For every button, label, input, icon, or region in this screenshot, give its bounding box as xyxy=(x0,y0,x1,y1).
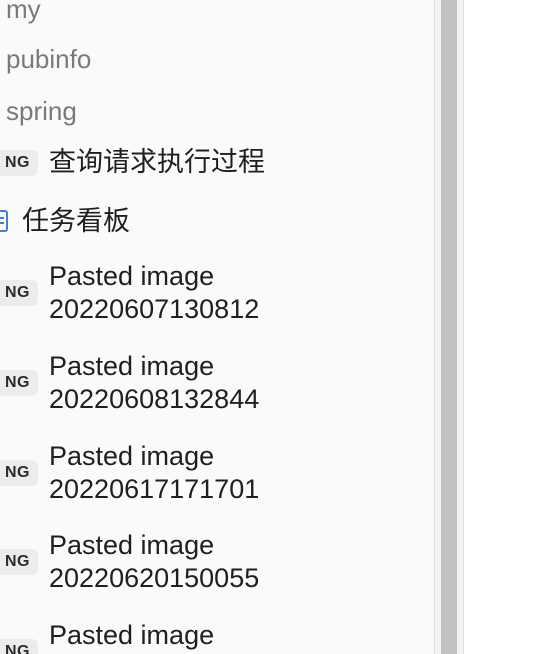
png-file-badge: NG xyxy=(0,460,38,486)
file-name-line1: Pasted image xyxy=(49,530,215,560)
file-name-line1: Pasted image xyxy=(49,351,215,381)
png-file-badge: NG xyxy=(0,280,38,306)
file-name-line2: 20220620150055 xyxy=(49,563,260,593)
file-item-pasted-image-2[interactable]: NG Pasted image 20220608132844 xyxy=(0,350,434,416)
png-file-badge: NG xyxy=(0,549,38,575)
scrollbar-thumb[interactable] xyxy=(441,0,457,654)
folder-my[interactable]: my xyxy=(6,0,41,24)
png-file-badge: NG xyxy=(0,150,38,176)
file-name-line2: 20220608132844 xyxy=(49,384,260,414)
file-item-pasted-image-1[interactable]: NG Pasted image 20220607130812 xyxy=(0,260,434,326)
file-item-pasted-image-3[interactable]: NG Pasted image 20220617171701 xyxy=(0,440,434,506)
pane-divider[interactable] xyxy=(457,0,464,654)
folder-label: pubinfo xyxy=(6,44,92,74)
app-window: my pubinfo spring NG 查询请求执行过程 任务看板 NG Pa… xyxy=(0,0,536,654)
png-file-badge: NG xyxy=(0,639,38,654)
file-item-pasted-image-5[interactable]: NG Pasted image xyxy=(0,619,434,654)
board-icon xyxy=(0,210,8,232)
png-file-badge: NG xyxy=(0,370,38,396)
file-name: 查询请求执行过程 xyxy=(49,147,265,177)
file-item-task-board[interactable]: 任务看板 xyxy=(0,205,434,238)
file-item-query-process[interactable]: NG 查询请求执行过程 xyxy=(0,146,434,179)
folder-spring[interactable]: spring xyxy=(6,96,77,126)
folder-label: my xyxy=(6,0,41,24)
file-name-line2: 20220617171701 xyxy=(49,474,260,504)
file-name-line1: Pasted image xyxy=(49,441,215,471)
file-name-line1: Pasted image xyxy=(49,620,215,650)
folder-label: spring xyxy=(6,96,77,126)
file-explorer-sidebar: my pubinfo spring NG 查询请求执行过程 任务看板 NG Pa… xyxy=(0,0,435,654)
file-name-line2: 20220607130812 xyxy=(49,294,260,324)
file-name: 任务看板 xyxy=(22,206,130,236)
file-name-line1: Pasted image xyxy=(49,261,215,291)
file-item-pasted-image-4[interactable]: NG Pasted image 20220620150055 xyxy=(0,529,434,595)
folder-pubinfo[interactable]: pubinfo xyxy=(6,44,91,74)
